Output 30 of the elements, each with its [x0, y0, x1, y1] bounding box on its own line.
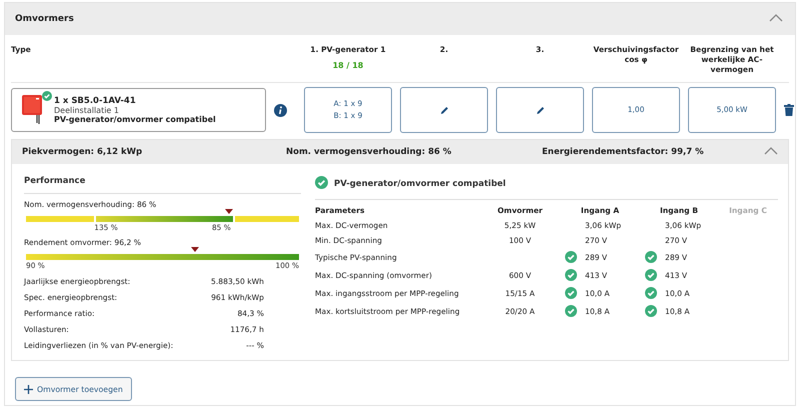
chevron-icon[interactable] — [764, 146, 778, 154]
check-icon — [565, 287, 577, 299]
compatible-check-icon — [315, 176, 328, 189]
trash-icon[interactable] — [784, 104, 794, 116]
check-icon — [565, 305, 577, 317]
inverter-card[interactable]: 1 x SB5.0-1AV-41 Deelinstallatie 1 PV-generator/omvormer compatibel — [11, 88, 266, 132]
status-check-icon — [42, 91, 52, 101]
pencil-icon — [440, 106, 448, 114]
summary-value: Energierendementsfactor: 99,7 % — [542, 147, 705, 157]
info-icon[interactable] — [274, 104, 287, 116]
summary-value: Nom. vermogensverhouding: 86 % — [286, 147, 452, 157]
check-icon — [645, 287, 657, 299]
string-count: 18 / 18 — [332, 61, 364, 70]
generator-edit-button[interactable] — [496, 87, 584, 133]
panel-title: Omvormers — [15, 14, 74, 24]
check-icon — [645, 269, 657, 281]
generator-edit-button[interactable] — [400, 87, 488, 133]
check-icon — [645, 305, 657, 317]
inverter-status: PV-generator/omvormer compatibel — [54, 115, 216, 124]
check-icon — [645, 251, 657, 263]
plus-icon — [24, 384, 33, 394]
check-icon — [565, 251, 577, 263]
chevron-icon[interactable] — [769, 14, 783, 22]
pencil-icon — [536, 106, 544, 114]
section-title: Performance — [24, 176, 86, 186]
inverter-subtitle: Deelinstallatie 1 — [54, 106, 120, 115]
inverter-title: 1 x SB5.0-1AV-41 — [54, 96, 137, 106]
summary-value: Piekvermogen: 6,12 kWp — [22, 147, 144, 157]
check-icon — [565, 269, 577, 281]
section-title: PV-generator/omvormer compatibel — [334, 179, 506, 189]
